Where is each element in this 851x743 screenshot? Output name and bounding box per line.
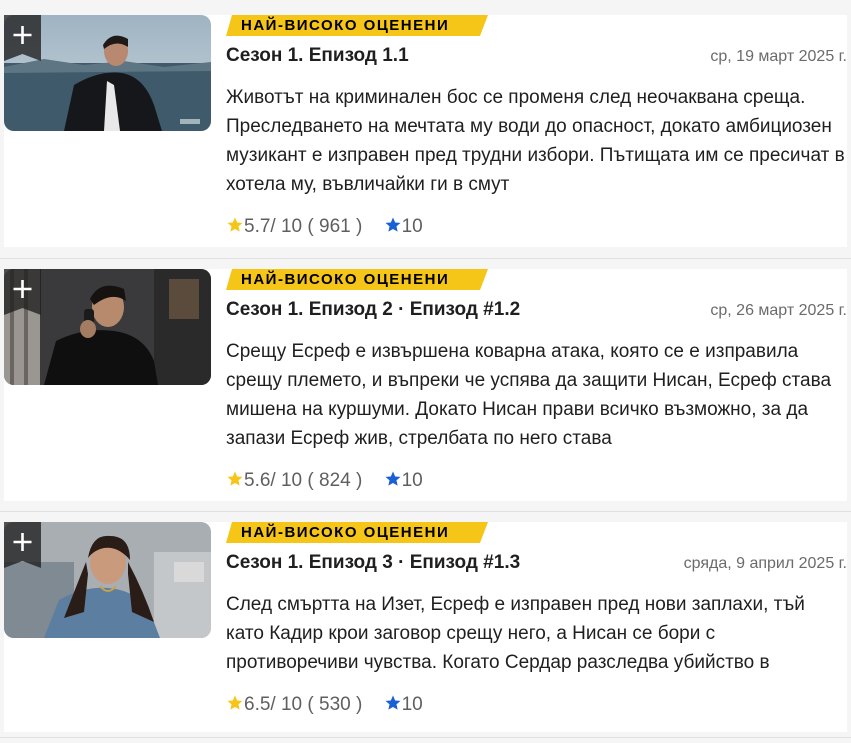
rating-row: 5.7/ 10 ( 961 ) 10	[226, 216, 423, 240]
rate-star-icon	[385, 217, 401, 232]
imdb-rating: 5.6	[244, 470, 271, 491]
episode-card: НАЙ-ВИСОКО ОЦЕНЕНИ Сезон 1. Епизод 1.1 с…	[4, 15, 847, 247]
user-rating: 10	[401, 470, 423, 491]
top-rated-badge: НАЙ-ВИСОКО ОЦЕНЕНИ	[226, 15, 488, 36]
rating-max: / 10	[270, 216, 303, 237]
star-icon	[227, 695, 243, 710]
episode-list: НАЙ-ВИСОКО ОЦЕНЕНИ Сезон 1. Епизод 1.1 с…	[0, 0, 851, 743]
episode-description: След смъртта на Изет, Есреф е изправен п…	[226, 594, 805, 673]
rating-row: 5.6/ 10 ( 824 ) 10	[226, 470, 423, 494]
user-rating: 10	[401, 694, 423, 715]
episode-title[interactable]: Сезон 1. Епизод 1.1	[226, 45, 409, 67]
episode-description: Срещу Есреф е извършена коварна атака, к…	[226, 341, 832, 449]
rate-button[interactable]: 10	[384, 694, 423, 715]
air-date: ср, 19 март 2025 г.	[710, 48, 847, 65]
add-to-watchlist-button[interactable]	[4, 15, 41, 61]
rating-row: 6.5/ 10 ( 530 ) 10	[226, 694, 423, 718]
top-rated-badge: НАЙ-ВИСОКО ОЦЕНЕНИ	[226, 522, 488, 543]
rate-star-icon	[385, 471, 401, 486]
vote-count: ( 961 )	[307, 216, 363, 237]
divider	[0, 511, 851, 512]
rate-button[interactable]: 10	[384, 216, 423, 237]
divider	[0, 737, 851, 738]
episode-title[interactable]: Сезон 1. Епизод 2 · Епизод #1.2	[226, 299, 520, 321]
vote-count: ( 530 )	[307, 694, 363, 715]
user-rating: 10	[401, 216, 423, 237]
rating-max: / 10	[270, 694, 303, 715]
divider	[0, 258, 851, 259]
episode-card: НАЙ-ВИСОКО ОЦЕНЕНИ Сезон 1. Епизод 2 · Е…	[4, 269, 847, 501]
air-date: сряда, 9 април 2025 г.	[683, 555, 847, 572]
star-icon	[227, 471, 243, 486]
imdb-rating: 6.5	[244, 694, 271, 715]
rate-star-icon	[385, 695, 401, 710]
add-to-watchlist-button[interactable]	[4, 522, 41, 568]
top-rated-badge: НАЙ-ВИСОКО ОЦЕНЕНИ	[226, 269, 488, 290]
imdb-rating: 5.7	[244, 216, 271, 237]
air-date: ср, 26 март 2025 г.	[710, 302, 847, 319]
add-to-watchlist-button[interactable]	[4, 269, 41, 315]
episode-title[interactable]: Сезон 1. Епизод 3 · Епизод #1.3	[226, 552, 520, 574]
episode-card: НАЙ-ВИСОКО ОЦЕНЕНИ Сезон 1. Епизод 3 · Е…	[4, 522, 847, 732]
star-icon	[227, 217, 243, 232]
episode-description: Животът на криминален бос се променя сле…	[226, 87, 845, 195]
vote-count: ( 824 )	[307, 470, 363, 491]
rating-max: / 10	[270, 470, 303, 491]
rate-button[interactable]: 10	[384, 470, 423, 491]
